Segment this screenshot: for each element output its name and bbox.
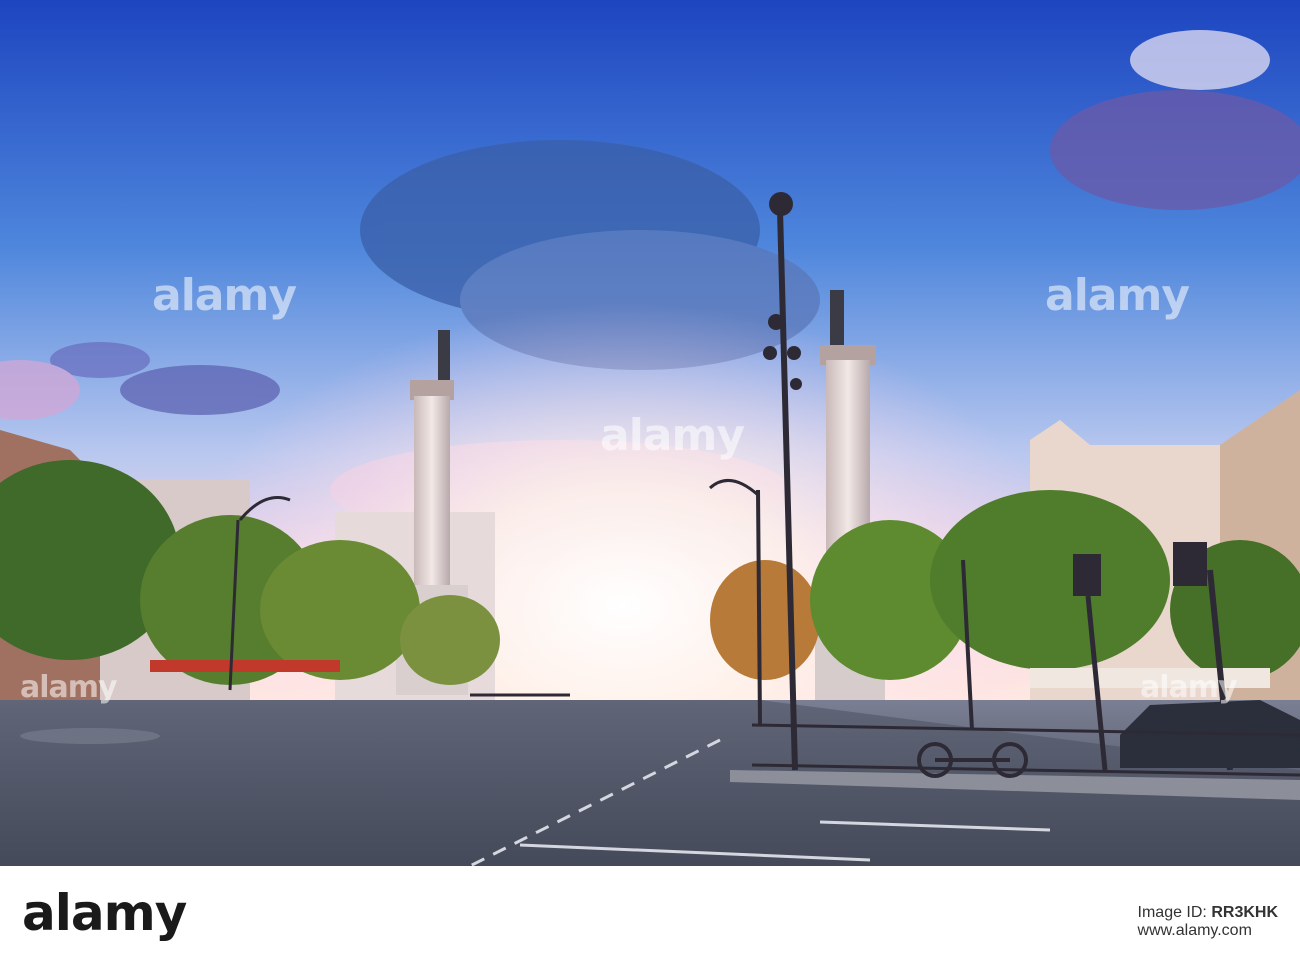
watermark-bottom-left: alamy	[20, 670, 118, 705]
footer-strip: alamy Image ID: RR3KHK www.alamy.com	[0, 866, 1300, 956]
site-url: www.alamy.com	[1137, 922, 1252, 939]
image-id-prefix: Image ID:	[1137, 904, 1212, 921]
image-id-label: Image ID: RR3KHK www.alamy.com	[1138, 904, 1278, 940]
watermark-right: alamy	[1045, 270, 1190, 321]
image-frame: alamy alamy alamy alamy alamy alamy Imag…	[0, 0, 1300, 956]
brand-logo: alamy	[22, 884, 187, 942]
watermark-bottom-right: alamy	[1140, 670, 1238, 705]
watermark-left: alamy	[152, 270, 297, 321]
image-id-value: RR3KHK	[1211, 904, 1278, 921]
photo-place-de-la-nation: alamy alamy alamy alamy alamy	[0, 0, 1300, 866]
watermark-center: alamy	[600, 410, 745, 461]
